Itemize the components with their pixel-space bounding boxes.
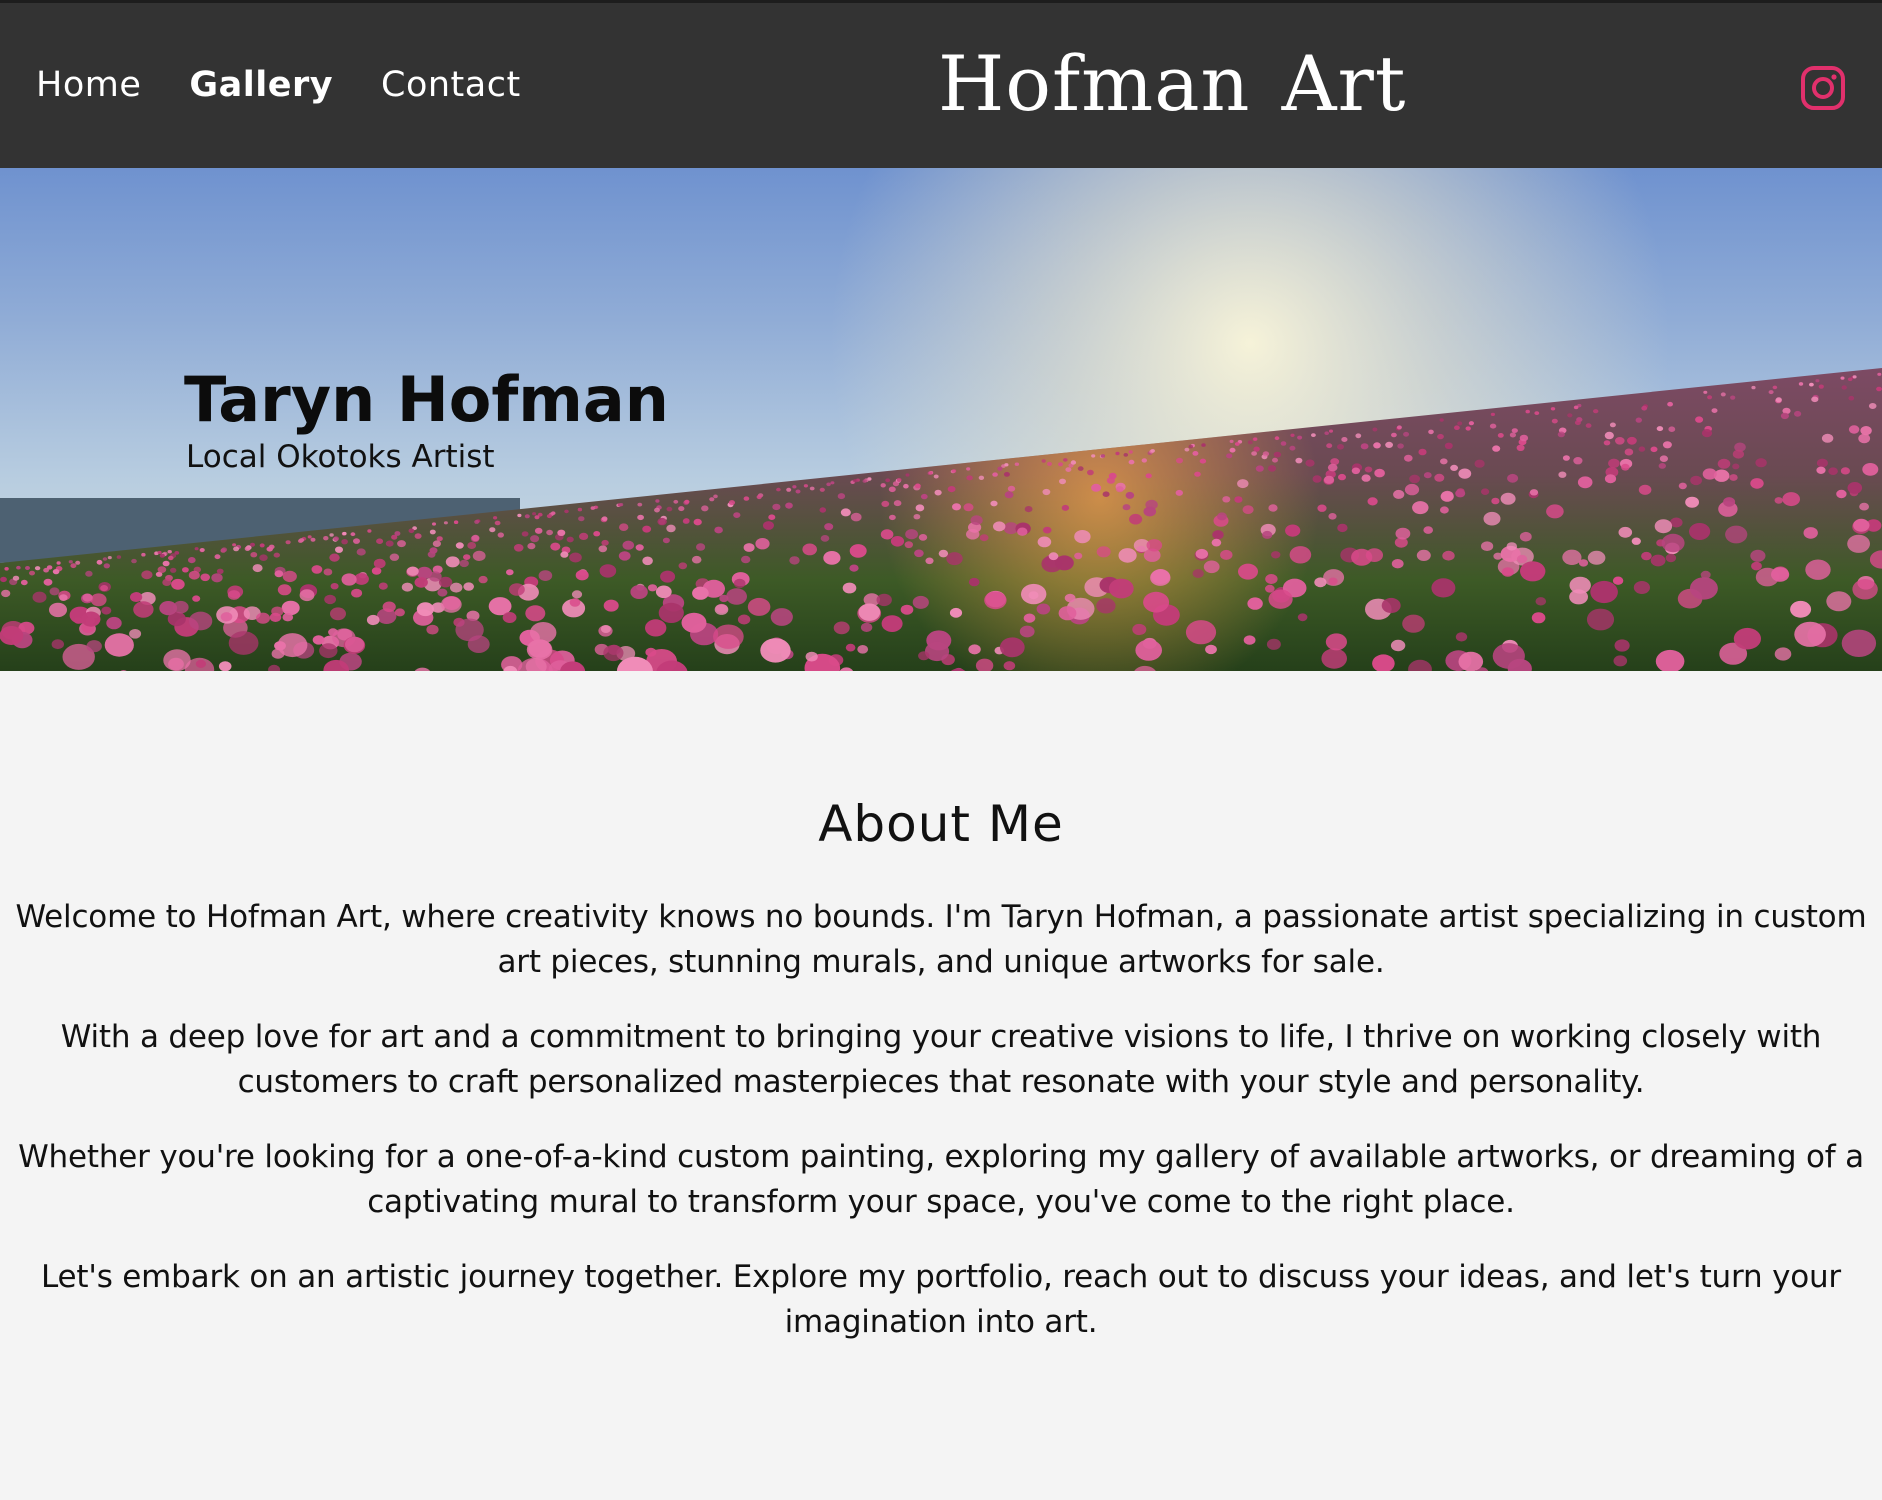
about-heading: About Me xyxy=(818,795,1064,853)
nav-gallery-link[interactable]: Gallery xyxy=(189,65,333,105)
about-paragraph: With a deep love for art and a commitmen… xyxy=(60,1019,1822,1100)
hero-banner: Taryn Hofman Local Okotoks Artist xyxy=(0,168,1882,671)
instagram-icon[interactable] xyxy=(1800,65,1846,111)
about-paragraph: Whether you're looking for a one-of-a-ki… xyxy=(18,1139,1864,1220)
about-paragraph: Let's embark on an artistic journey toge… xyxy=(41,1259,1841,1340)
nav-home-link[interactable]: Home xyxy=(36,65,141,105)
main-nav: Home Gallery Contact xyxy=(36,65,569,105)
hero-title: Taryn Hofman xyxy=(184,363,669,436)
about-paragraph: Welcome to Hofman Art, where creativity … xyxy=(15,899,1867,980)
site-header: Home Gallery Contact Hofman Art xyxy=(0,0,1882,168)
about-text: Welcome to Hofman Art, where creativity … xyxy=(0,895,1882,1375)
site-logo[interactable]: Hofman Art xyxy=(938,39,1406,128)
nav-contact-link[interactable]: Contact xyxy=(381,65,521,105)
hero-subtitle: Local Okotoks Artist xyxy=(186,439,495,475)
about-section: About Me Welcome to Hofman Art, where cr… xyxy=(0,671,1882,1500)
